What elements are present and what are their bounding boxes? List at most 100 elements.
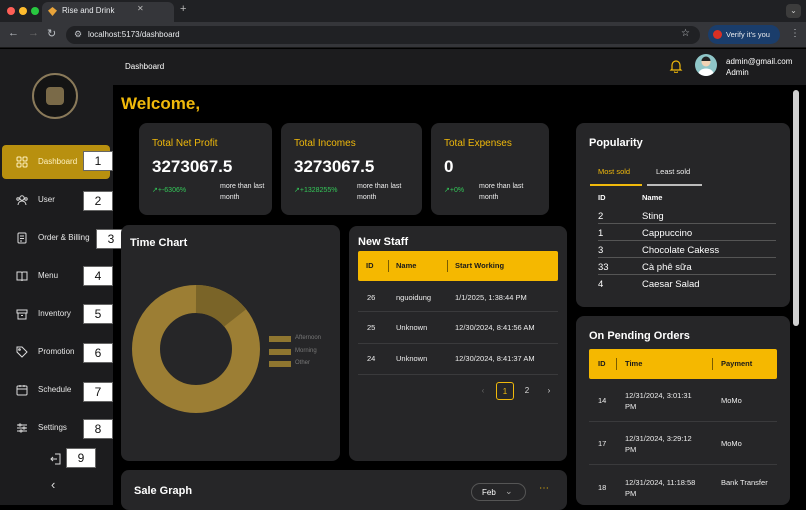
grid-icon	[16, 156, 28, 168]
sidebar-item-label: Dashboard	[38, 157, 78, 166]
address-bar[interactable]: ⚙ localhost:5173/dashboard ☆	[66, 26, 700, 44]
cell: 14	[598, 396, 607, 405]
column-header: Name	[396, 261, 417, 270]
list-item[interactable]: 3 Chocolate Cakess	[598, 241, 776, 258]
cell: 17	[598, 439, 607, 448]
cell: 4	[598, 279, 604, 290]
cell: 12/31/2024, 3:01:31 PM	[625, 391, 692, 411]
table-row[interactable]: 17 12/31/2024, 3:29:12 PM MoMo	[589, 422, 777, 465]
table-row[interactable]: 24 Unknown 12/30/2024, 8:41:37 AM	[358, 344, 558, 375]
pending-orders-title: On Pending Orders	[589, 330, 690, 342]
new-tab-icon[interactable]: +	[180, 3, 186, 15]
site-info-icon[interactable]: ⚙	[74, 29, 82, 40]
new-staff-table-header: ID Name Start Working	[358, 251, 558, 281]
sidebar-item-label: Settings	[38, 423, 67, 432]
sidebar-item-order-billing[interactable]: Order & Billing	[2, 221, 110, 255]
donut-segment-morning[interactable]	[195, 285, 246, 328]
prev-page-icon[interactable]: ‹	[474, 382, 492, 400]
more-options-icon[interactable]: ⋯	[539, 483, 549, 494]
maximize-window-button[interactable]	[31, 7, 39, 15]
forward-icon[interactable]: →	[28, 27, 39, 39]
sliders-icon	[17, 423, 27, 433]
annotation-badge: 8	[83, 419, 113, 439]
month-select[interactable]: Feb ⌄	[471, 483, 526, 501]
favicon-icon	[48, 7, 57, 16]
table-row[interactable]: 26 nguoidung 1/1/2025, 1:38:44 PM	[358, 281, 558, 312]
cell: 12/31/2024, 3:29:12 PM	[625, 434, 692, 454]
time-chart-card: Time Chart Afternoon Morning Other	[121, 225, 340, 461]
column-header: ID	[366, 261, 374, 270]
annotation-badge: 1	[83, 151, 113, 171]
bookmark-star-icon[interactable]: ☆	[681, 28, 690, 39]
column-header: Name	[642, 193, 663, 202]
stat-change: ↗+0%	[444, 187, 465, 194]
time-chart-title: Time Chart	[130, 237, 188, 249]
stat-card-total-expenses: Total Expenses 0 ↗+0% more than last mon…	[431, 123, 549, 215]
box-icon	[16, 309, 28, 320]
new-staff-title: New Staff	[358, 236, 409, 248]
annotation-badge: 9	[66, 448, 96, 468]
column-header: Time	[625, 359, 643, 368]
url-text[interactable]: localhost:5173/dashboard	[88, 30, 180, 39]
next-page-icon[interactable]: ›	[540, 382, 558, 400]
tab-title: Rise and Drink	[62, 6, 115, 15]
donut-chart[interactable]	[130, 283, 262, 415]
cell: 1/1/2025, 1:38:44 PM	[455, 293, 527, 302]
stat-value: 0	[444, 157, 454, 176]
tab-search-button[interactable]: ⌄	[786, 4, 801, 18]
cell: 12/30/2024, 8:41:56 AM	[455, 323, 535, 332]
tab-close-icon[interactable]: ✕	[137, 4, 144, 13]
annotation-badge: 4	[83, 266, 113, 286]
page-button-2[interactable]: 2	[518, 382, 536, 400]
minimize-window-button[interactable]	[19, 7, 27, 15]
legend-swatch	[269, 361, 291, 367]
stat-note: more than last month	[357, 183, 402, 201]
collapse-sidebar-icon[interactable]: ‹	[51, 477, 55, 492]
popularity-title: Popularity	[589, 137, 643, 149]
tab-least-sold[interactable]: Least sold	[656, 167, 690, 176]
user-email: admin@gmail.com	[726, 57, 793, 66]
browser-menu-icon[interactable]: ⋮	[790, 28, 800, 39]
tab-least-sold-underline	[647, 184, 702, 186]
sidebar-item-label: Menu	[38, 271, 59, 280]
browser-tab-bar: Rise and Drink ✕ + ⌄	[0, 0, 806, 22]
list-item[interactable]: 4 Caesar Salad	[598, 275, 776, 292]
table-row[interactable]: 14 12/31/2024, 3:01:31 PM MoMo	[589, 379, 777, 422]
pending-orders-card: On Pending Orders ID Time Payment 14 12/…	[576, 316, 790, 505]
tab-most-sold[interactable]: Most sold	[598, 167, 630, 176]
cell: 12/30/2024, 8:41:37 AM	[455, 354, 535, 363]
sidebar-item-label: Order & Billing	[38, 233, 90, 242]
table-row[interactable]: 25 Unknown 12/30/2024, 8:41:56 AM	[358, 313, 558, 344]
logout-icon[interactable]	[50, 453, 62, 465]
column-header: ID	[598, 359, 606, 368]
stat-change: ↗+1328255%	[294, 187, 338, 194]
profile-icon	[713, 30, 722, 39]
book-icon	[16, 271, 28, 282]
cell: Chocolate Cakess	[642, 245, 720, 256]
sidebar-item-label: Inventory	[38, 309, 71, 318]
table-row[interactable]: 18 12/31/2024, 11:18:58 PM Bank Transfer	[589, 465, 777, 505]
column-header: Start Working	[455, 261, 505, 270]
back-icon[interactable]: ←	[8, 27, 19, 39]
list-item[interactable]: 2 Sting	[598, 207, 776, 224]
reload-icon[interactable]: ↻	[47, 27, 56, 40]
sidebar-item-label: User	[38, 195, 55, 204]
verify-profile-button[interactable]: Verify it's you	[708, 25, 780, 44]
stat-change: ↗+-6306%	[152, 187, 187, 194]
cell: 12/31/2024, 11:18:58 PM	[625, 478, 696, 498]
notification-bell-icon[interactable]	[669, 59, 683, 73]
list-item[interactable]: 1 Cappuccino	[598, 224, 776, 241]
avatar[interactable]	[695, 54, 717, 76]
close-window-button[interactable]	[7, 7, 15, 15]
annotation-badge: 7	[83, 382, 113, 402]
stat-change-value: +1328255%	[299, 187, 338, 194]
brand-logo[interactable]	[32, 73, 78, 119]
list-item[interactable]: 33 Cà phê sữa	[598, 258, 776, 275]
cell: 25	[367, 323, 376, 332]
cell: 26	[367, 293, 376, 302]
page-scrollbar[interactable]	[793, 90, 799, 326]
page-button-1[interactable]: 1	[496, 382, 514, 400]
browser-tab[interactable]: Rise and Drink	[42, 2, 174, 22]
cell: Cà phê sữa	[642, 262, 692, 273]
pending-table-header: ID Time Payment	[589, 349, 777, 379]
